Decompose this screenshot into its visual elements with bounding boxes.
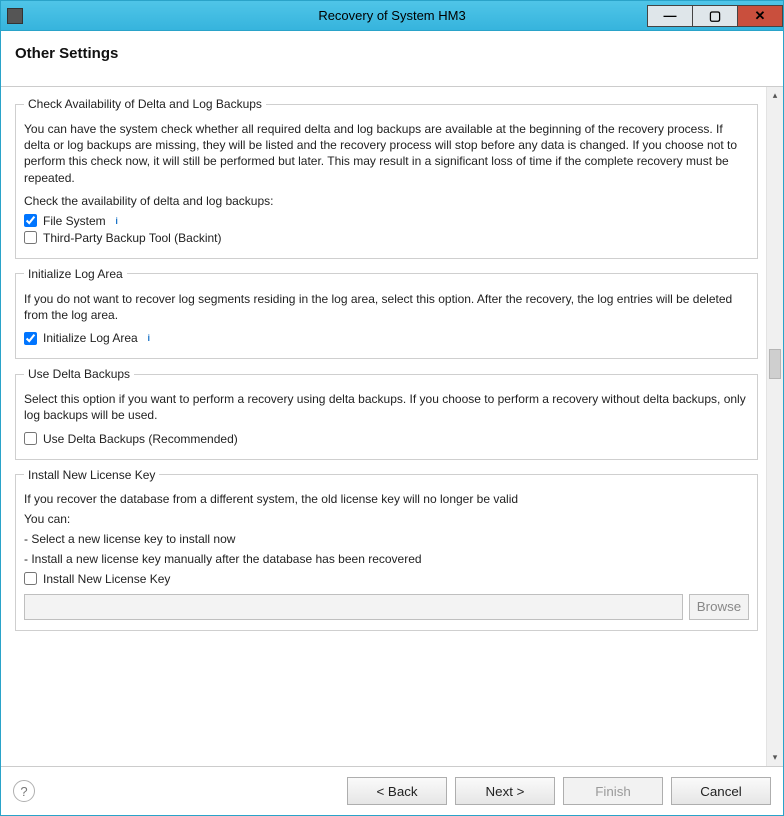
scroll-down-icon[interactable]: ▾: [767, 749, 783, 766]
cancel-button[interactable]: Cancel: [671, 777, 771, 805]
close-button[interactable]: ✕: [737, 5, 783, 27]
install-license-group: Install New License Key If you recover t…: [15, 468, 758, 631]
backint-row[interactable]: Third-Party Backup Tool (Backint): [24, 231, 749, 245]
browse-button: Browse: [689, 594, 749, 620]
use-delta-backups-desc: Select this option if you want to perfor…: [24, 391, 749, 423]
install-license-legend: Install New License Key: [24, 468, 159, 482]
install-license-checkbox[interactable]: [24, 572, 37, 585]
info-icon[interactable]: i: [112, 216, 122, 226]
license-path-row: Browse: [24, 594, 749, 620]
back-button[interactable]: < Back: [347, 777, 447, 805]
install-license-label: Install New License Key: [43, 572, 170, 586]
info-icon[interactable]: i: [144, 333, 154, 343]
finish-button: Finish: [563, 777, 663, 805]
file-system-row[interactable]: File System i: [24, 214, 749, 228]
use-delta-backups-row[interactable]: Use Delta Backups (Recommended): [24, 432, 749, 446]
license-path-input: [24, 594, 683, 620]
initialize-log-area-desc: If you do not want to recover log segmen…: [24, 291, 749, 323]
help-icon[interactable]: ?: [13, 780, 35, 802]
initialize-log-area-group: Initialize Log Area If you do not want t…: [15, 267, 758, 359]
check-delta-log-sub: Check the availability of delta and log …: [24, 194, 749, 208]
dialog-window: Recovery of System HM3 — ▢ ✕ Other Setti…: [0, 0, 784, 816]
content: Check Availability of Delta and Log Back…: [1, 87, 766, 766]
titlebar: Recovery of System HM3 — ▢ ✕: [1, 1, 783, 31]
install-license-bullet2: - Install a new license key manually aft…: [24, 552, 749, 566]
install-license-row[interactable]: Install New License Key: [24, 572, 749, 586]
footer: ? < Back Next > Finish Cancel: [1, 766, 783, 815]
initialize-log-area-row[interactable]: Initialize Log Area i: [24, 331, 749, 345]
check-delta-log-desc: You can have the system check whether al…: [24, 121, 749, 186]
initialize-log-area-checkbox[interactable]: [24, 332, 37, 345]
initialize-log-area-label: Initialize Log Area: [43, 331, 138, 345]
page-title: Other Settings: [15, 45, 769, 62]
next-button[interactable]: Next >: [455, 777, 555, 805]
scroll-track[interactable]: [767, 104, 783, 749]
backint-checkbox[interactable]: [24, 231, 37, 244]
scrollbar[interactable]: ▴ ▾: [766, 87, 783, 766]
backint-label: Third-Party Backup Tool (Backint): [43, 231, 222, 245]
file-system-checkbox[interactable]: [24, 214, 37, 227]
window-buttons: — ▢ ✕: [648, 5, 783, 27]
install-license-desc1: If you recover the database from a diffe…: [24, 492, 749, 506]
check-delta-log-group: Check Availability of Delta and Log Back…: [15, 97, 758, 259]
maximize-button[interactable]: ▢: [692, 5, 738, 27]
file-system-label: File System: [43, 214, 106, 228]
use-delta-backups-group: Use Delta Backups Select this option if …: [15, 367, 758, 459]
minimize-button[interactable]: —: [647, 5, 693, 27]
scroll-up-icon[interactable]: ▴: [767, 87, 783, 104]
content-wrap: Check Availability of Delta and Log Back…: [1, 87, 783, 766]
initialize-log-area-legend: Initialize Log Area: [24, 267, 127, 281]
scroll-thumb[interactable]: [769, 349, 781, 379]
check-delta-log-legend: Check Availability of Delta and Log Back…: [24, 97, 266, 111]
install-license-desc2: You can:: [24, 512, 749, 526]
use-delta-backups-legend: Use Delta Backups: [24, 367, 134, 381]
use-delta-backups-checkbox[interactable]: [24, 432, 37, 445]
use-delta-backups-label: Use Delta Backups (Recommended): [43, 432, 238, 446]
install-license-bullet1: - Select a new license key to install no…: [24, 532, 749, 546]
page-header: Other Settings: [1, 31, 783, 86]
